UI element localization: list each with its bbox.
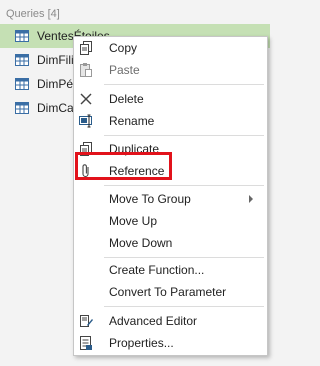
menu-separator [104, 257, 264, 258]
query-label: DimPé [37, 77, 74, 91]
menu-item-label: Move To Group [109, 192, 191, 206]
copy-icon [80, 41, 92, 55]
menu-item-advanced-editor[interactable]: Advanced Editor [74, 310, 267, 332]
menu-item-label: Rename [109, 114, 155, 128]
table-icon [15, 78, 29, 90]
query-label: DimCa [37, 101, 74, 115]
menu-separator [104, 84, 264, 85]
menu-item-label: Advanced Editor [109, 314, 198, 328]
menu-separator [104, 135, 264, 136]
table-icon [15, 102, 29, 114]
menu-item-label: Copy [109, 41, 138, 55]
paste-icon [80, 63, 92, 77]
properties-icon [80, 336, 92, 350]
submenu-arrow-icon [249, 195, 253, 203]
menu-item-label: Delete [109, 92, 144, 106]
menu-item-move-up[interactable]: Move Up [74, 210, 267, 232]
context-menu: Copy Paste Delete Rename Duplicate Refer… [73, 36, 268, 356]
menu-item-convert-to-parameter[interactable]: Convert To Parameter [74, 281, 267, 303]
menu-item-label: Paste [109, 63, 140, 77]
menu-item-label: Move Down [109, 236, 173, 250]
menu-separator [104, 185, 264, 186]
menu-item-label: Move Up [109, 214, 158, 228]
reference-highlight-box [75, 152, 172, 180]
table-icon [15, 30, 29, 42]
menu-item-label: Create Function... [109, 263, 205, 277]
menu-separator [104, 306, 264, 307]
menu-item-move-to-group[interactable]: Move To Group [74, 188, 267, 210]
rename-icon [79, 114, 92, 128]
menu-item-paste[interactable]: Paste [74, 59, 267, 81]
menu-item-create-function[interactable]: Create Function... [74, 259, 267, 281]
delete-x-icon [80, 93, 92, 105]
menu-item-move-down[interactable]: Move Down [74, 232, 267, 254]
queries-header: Queries [4] [6, 8, 60, 20]
advanced-editor-icon [80, 315, 93, 327]
table-icon [15, 54, 29, 66]
menu-item-properties[interactable]: Properties... [74, 332, 267, 354]
menu-item-label: Properties... [109, 336, 174, 350]
menu-item-delete[interactable]: Delete [74, 88, 267, 110]
menu-item-label: Convert To Parameter [109, 285, 227, 299]
menu-item-rename[interactable]: Rename [74, 110, 267, 132]
menu-item-copy[interactable]: Copy [74, 37, 267, 59]
query-label: DimFili [37, 53, 74, 67]
